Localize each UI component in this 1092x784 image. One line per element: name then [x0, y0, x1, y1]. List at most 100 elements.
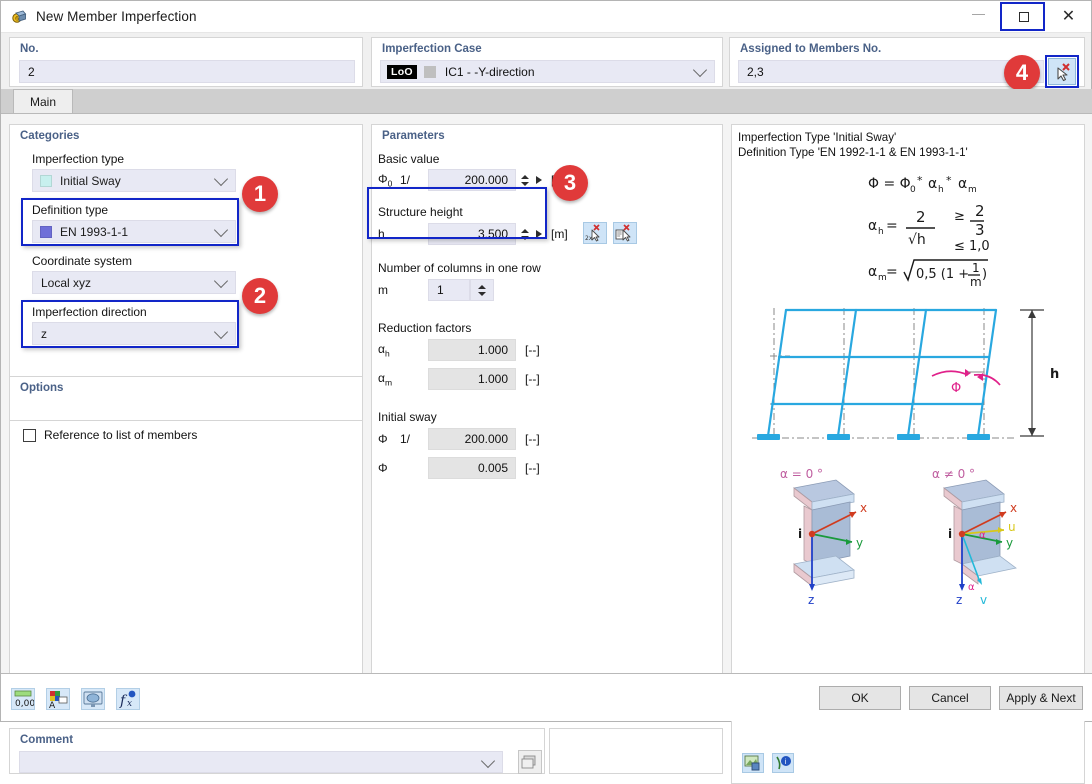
- spinner-down-icon[interactable]: [478, 291, 486, 296]
- svg-text:A: A: [49, 701, 56, 709]
- group-options: Options: [9, 376, 363, 422]
- svg-text:√h: √h: [908, 232, 926, 248]
- columns-spinner-arrows[interactable]: [478, 280, 487, 300]
- alpha-h-input[interactable]: 1.000: [428, 339, 516, 361]
- svg-text:α: α: [928, 176, 937, 192]
- phi-inv-input[interactable]: 200.000: [428, 428, 516, 450]
- spinner-down-icon[interactable]: [520, 181, 529, 186]
- basic-value-symbol: Φ0: [378, 171, 393, 189]
- axis-y-label: y: [856, 536, 863, 550]
- basic-value-play-icon[interactable]: [536, 176, 542, 184]
- phi-inv-prefix: 1/: [400, 432, 411, 446]
- window-title: New Member Imperfection: [36, 9, 197, 24]
- alpha-m-symbol: αm: [378, 370, 393, 388]
- columns-symbol: m: [378, 283, 388, 297]
- reference-to-list-checkbox[interactable]: [23, 428, 36, 442]
- decimal-places-icon[interactable]: 0,00: [11, 688, 35, 710]
- phi-inv-unit: [--]: [525, 432, 540, 446]
- chevron-down-icon[interactable]: [692, 62, 708, 78]
- options-title: Options: [20, 382, 64, 394]
- coordinate-system-select[interactable]: Local xyz: [32, 271, 236, 294]
- pick-from-list-icon[interactable]: [613, 222, 637, 244]
- spinner-up-icon[interactable]: [520, 174, 529, 179]
- tab-main-label: Main: [29, 94, 56, 109]
- spinner-up-icon[interactable]: [478, 284, 486, 289]
- coordinate-system-value: Local xyz: [41, 275, 92, 290]
- svg-text:6: 6: [15, 15, 19, 22]
- svg-text:Φ = Φ: Φ = Φ: [868, 176, 911, 192]
- chevron-down-icon[interactable]: [213, 273, 229, 289]
- svg-text:*: *: [946, 174, 952, 187]
- no-input[interactable]: 2: [19, 60, 355, 83]
- imperfection-case-select[interactable]: LoO IC1 - -Y-direction: [380, 60, 715, 83]
- group-categories: Categories Imperfection type Initial Swa…: [9, 124, 363, 388]
- svg-text:2: 2: [975, 202, 985, 220]
- structure-height-unit: [m]: [551, 227, 568, 241]
- dialog-footer: 0,00 A f x OK Cancel Apply & Next: [1, 673, 1092, 721]
- imperfection-type-select[interactable]: Initial Sway: [32, 169, 236, 192]
- close-button[interactable]: ✕: [1046, 1, 1091, 32]
- alpha-m-input[interactable]: 1.000: [428, 368, 516, 390]
- svg-text:0: 0: [910, 185, 916, 195]
- ok-button[interactable]: OK: [819, 686, 901, 710]
- tab-strip: Main: [1, 89, 1092, 113]
- origin-i-label: i: [798, 527, 802, 541]
- categories-title: Categories: [20, 130, 80, 142]
- phi-input[interactable]: 0.005: [428, 457, 516, 479]
- svg-text:m: m: [968, 185, 977, 195]
- cross-section-diagram: α = 0 ° x y z i α ≠ 0 ° x u y z v α α i: [780, 467, 1017, 607]
- phi-value: 0.005: [477, 461, 508, 475]
- axis-x-label: x: [1010, 501, 1017, 515]
- minimize-button[interactable]: —: [956, 1, 1001, 32]
- title-bar: 6 New Member Imperfection — ✕: [1, 1, 1091, 33]
- badge-2: 2: [242, 278, 278, 314]
- svg-text:α: α: [868, 218, 877, 234]
- comment-picker-icon[interactable]: [518, 750, 542, 774]
- no-label: No.: [20, 43, 39, 55]
- columns-spinner[interactable]: [470, 279, 494, 301]
- basic-value-label: Basic value: [378, 152, 440, 166]
- render-image-icon[interactable]: [742, 753, 764, 773]
- badge-1: 1: [242, 176, 278, 212]
- pick-length-icon[interactable]: 2x: [583, 222, 607, 244]
- svg-text:m: m: [970, 275, 982, 289]
- cancel-button[interactable]: Cancel: [909, 686, 991, 710]
- basic-value-number: 200.000: [464, 173, 508, 187]
- dialog-body: Categories Imperfection type Initial Swa…: [1, 113, 1092, 784]
- svg-text:x: x: [127, 699, 132, 709]
- assigned-members-input[interactable]: 2,3: [738, 60, 1044, 83]
- imperfection-case-value: IC1 - -Y-direction: [444, 64, 535, 79]
- reduction-factors-label: Reduction factors: [378, 321, 472, 335]
- comment-input[interactable]: [19, 751, 503, 773]
- info-icon[interactable]: i: [772, 753, 794, 773]
- preview-toolbar: i: [742, 753, 794, 773]
- definition-type-highlight: [21, 198, 239, 246]
- dialog-window: 6 New Member Imperfection — ✕ No. 2 Impe…: [0, 0, 1092, 784]
- alpha-annotation-top: α: [979, 530, 986, 541]
- badge-4: 4: [1004, 55, 1040, 91]
- phi-inv-value: 200.000: [464, 432, 508, 446]
- formula-icon[interactable]: f x: [116, 688, 140, 710]
- display-icon[interactable]: [81, 688, 105, 710]
- units-icon[interactable]: A: [46, 688, 70, 711]
- imperfection-direction-highlight: [21, 300, 239, 348]
- alpha-h-unit: [--]: [525, 343, 540, 357]
- svg-text:0,00: 0,00: [15, 699, 34, 709]
- svg-text:α: α: [958, 176, 967, 192]
- apply-next-button[interactable]: Apply & Next: [999, 686, 1083, 710]
- phi-inv-symbol: Φ: [378, 432, 388, 446]
- footer-tool-icons: 0,00 A f x: [11, 688, 140, 711]
- structure-height-highlight: [367, 187, 547, 239]
- group-no: No. 2: [9, 37, 363, 87]
- frame-diagram: Φ h: [752, 308, 1059, 442]
- tab-main[interactable]: Main: [13, 89, 73, 113]
- chevron-down-icon[interactable]: [480, 753, 496, 769]
- cancel-button-label: Cancel: [931, 691, 969, 705]
- initial-sway-label: Initial sway: [378, 410, 437, 424]
- columns-input[interactable]: 1: [428, 279, 470, 301]
- phi-annotation: Φ: [951, 381, 961, 396]
- imperfection-icon: 6: [10, 8, 28, 26]
- reference-to-list-checkbox-row[interactable]: Reference to list of members: [23, 428, 197, 442]
- chevron-down-icon[interactable]: [213, 171, 229, 187]
- axis-u-label: u: [1008, 520, 1016, 534]
